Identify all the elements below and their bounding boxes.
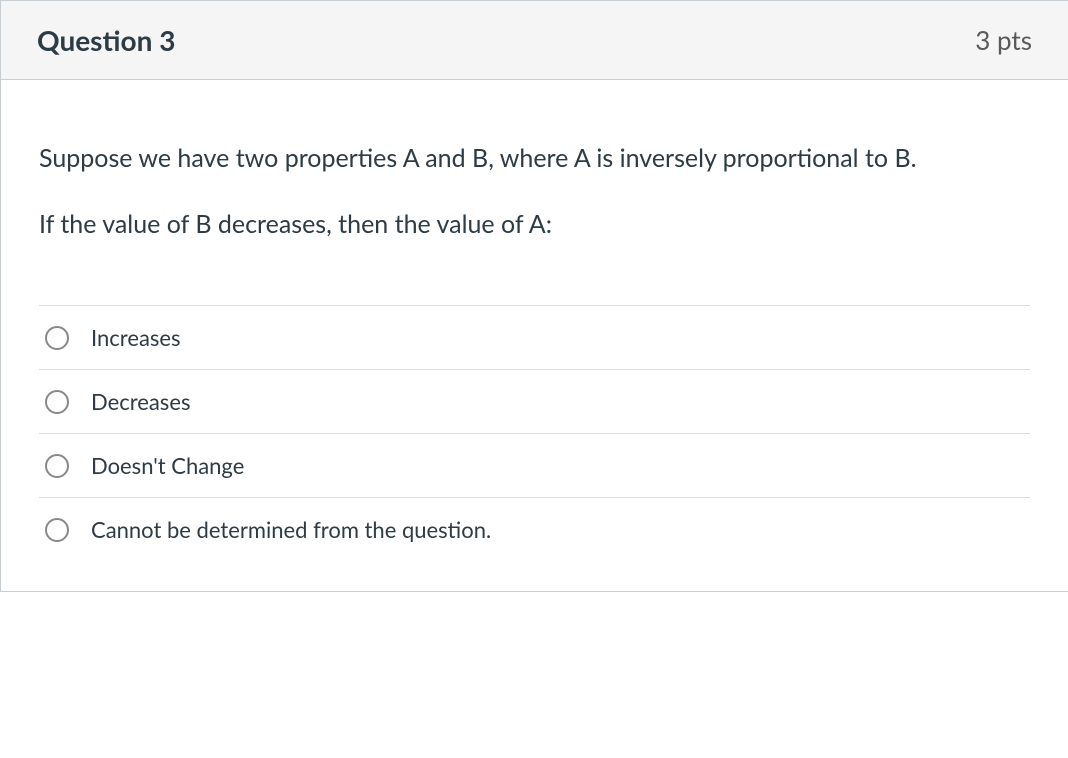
question-points: 3 pts xyxy=(975,24,1032,56)
answer-label: Doesn't Change xyxy=(91,452,244,479)
question-body: Suppose we have two properties A and B, … xyxy=(1,80,1068,591)
question-title: Question 3 xyxy=(37,23,175,57)
question-card: Question 3 3 pts Suppose we have two pro… xyxy=(0,0,1068,592)
answer-label: Cannot be determined from the question. xyxy=(91,516,491,543)
question-text-2: If the value of B decreases, then the va… xyxy=(39,206,1030,244)
answer-label: Increases xyxy=(91,324,181,351)
question-header: Question 3 3 pts xyxy=(1,1,1068,80)
radio-icon[interactable] xyxy=(45,518,69,542)
answer-label: Decreases xyxy=(91,388,190,415)
answer-option-2[interactable]: Decreases xyxy=(39,369,1030,433)
radio-icon[interactable] xyxy=(45,454,69,478)
question-text-1: Suppose we have two properties A and B, … xyxy=(39,140,1030,178)
answer-option-4[interactable]: Cannot be determined from the question. xyxy=(39,497,1030,561)
answer-option-3[interactable]: Doesn't Change xyxy=(39,433,1030,497)
answer-option-1[interactable]: Increases xyxy=(39,305,1030,369)
answer-list: Increases Decreases Doesn't Change Canno… xyxy=(39,305,1030,561)
radio-icon[interactable] xyxy=(45,326,69,350)
radio-icon[interactable] xyxy=(45,390,69,414)
